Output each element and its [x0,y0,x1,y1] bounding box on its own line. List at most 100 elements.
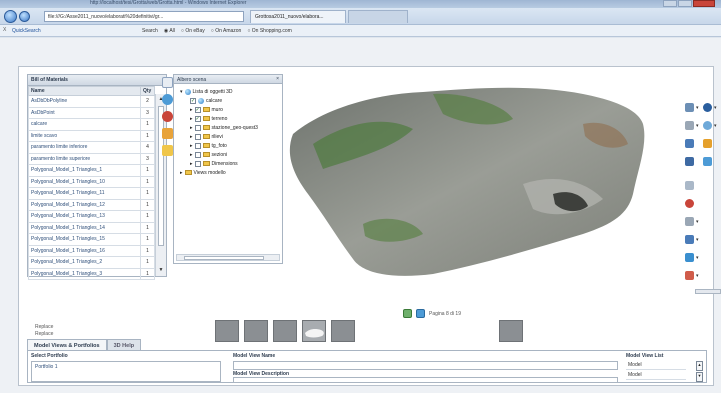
tree-item-terreno[interactable]: ▸ ✓ terreno [180,114,282,123]
cross-section-icon[interactable] [685,157,694,166]
scroll-down-icon[interactable]: ▼ [158,267,164,274]
bom-row[interactable]: AsDbDbPolyline 2 [28,95,155,108]
tree-item-muro[interactable]: ▸ ✓ muro [180,105,282,114]
bom-row[interactable]: Polygonal_Model_1 Triangles_1 1 [28,164,155,177]
model-view-name-field[interactable] [233,361,618,370]
search-label[interactable]: Search [142,28,158,34]
tree-item-sezioni[interactable]: ▸ sezioni [180,150,282,159]
tab-inactive[interactable] [348,10,408,23]
model-view-list[interactable]: Model Model [626,360,686,380]
checkbox[interactable]: ✓ [190,97,196,104]
checkbox[interactable] [194,124,201,131]
bom-row[interactable]: paramento limite superiore 3 [28,152,155,165]
measure-icon[interactable] [685,139,694,148]
bom-row[interactable]: Polygonal_Model_1 Triangles_3 1 [28,267,155,280]
rotate-icon[interactable] [685,103,694,112]
chevron-down-icon[interactable]: ▾ [714,123,717,129]
previous-page-icon[interactable] [403,309,412,318]
tree-views[interactable]: ▸ Views modello [180,168,282,177]
toolbar-scroll[interactable] [695,289,721,294]
search-option-all[interactable]: ◉ All [164,28,175,34]
view-thumbnail[interactable] [302,320,326,342]
tree-hscrollbar[interactable] [176,254,280,261]
layers-icon[interactable] [162,128,173,139]
bom-row[interactable]: limite scavo 1 [28,129,155,142]
zoom-icon[interactable] [685,217,694,226]
toolbar-close-icon[interactable]: X [3,27,6,33]
chevron-down-icon[interactable]: ▾ [714,105,717,111]
search-option-amazon[interactable]: ○ On Amazon [211,28,242,34]
bom-row[interactable]: Polygonal_Model_1 Triangles_10 1 [28,175,155,188]
3d-model-render[interactable] [283,74,703,299]
portfolio-list[interactable]: Portfolio 1 [31,361,221,382]
bom-col-name[interactable]: Name [28,86,141,96]
list-scroll-down-icon[interactable]: ▼ [696,372,703,382]
view-thumbnail[interactable] [331,320,355,342]
checkbox[interactable]: ✓ [194,115,201,122]
comments-icon[interactable] [162,145,173,156]
list-scroll-up-icon[interactable]: ▲ [696,361,703,371]
bom-row[interactable]: Polygonal_Model_1 Triangles_2 1 [28,256,155,269]
chevron-down-icon[interactable]: ▾ [696,255,699,261]
lighting-icon[interactable] [703,121,712,130]
minimize-button[interactable] [663,0,677,7]
views-icon[interactable] [162,111,173,122]
view-thumbnail[interactable] [215,320,239,342]
properties-icon[interactable] [685,181,694,190]
checkbox[interactable] [194,151,201,158]
model-view-item[interactable]: Model [626,370,686,380]
view-thumbnail[interactable] [499,320,523,342]
view-thumbnail[interactable] [244,320,268,342]
tree-item-dimensions[interactable]: ▸ Dimensions [180,159,282,168]
tree-item-calcare[interactable]: ✓ calcare [180,96,282,105]
chevron-down-icon[interactable]: ▾ [696,237,699,243]
pan-icon[interactable] [685,253,694,262]
chevron-down-icon[interactable]: ▾ [696,105,699,111]
bom-row[interactable]: Polygonal_Model_1 Triangles_16 1 [28,244,155,257]
chevron-down-icon[interactable]: ▾ [696,123,699,129]
tree-item-rilievi[interactable]: ▸ rilievi [180,132,282,141]
quicksearch-dropdown[interactable]: QuickSearch [12,28,41,34]
scroll-thumb[interactable] [184,256,264,260]
bom-row[interactable]: AsDbPoint 3 [28,106,155,119]
back-arrow-icon[interactable] [4,10,17,23]
bom-row[interactable]: paramento limite inferiore 4 [28,141,155,154]
next-page-icon[interactable] [416,309,425,318]
chevron-down-icon[interactable]: ▾ [696,219,699,225]
tree-root[interactable]: ▾ Lista di oggetti 3D [180,87,282,96]
export-icon[interactable] [685,235,694,244]
maximize-button[interactable] [678,0,692,7]
comment-icon[interactable] [703,157,712,166]
bom-row[interactable]: Polygonal_Model_1 Triangles_13 1 [28,210,155,223]
chevron-down-icon[interactable]: ▾ [696,273,699,279]
snapshot-icon[interactable] [685,271,694,280]
checkbox[interactable] [194,133,201,140]
search-option-shopping[interactable]: ○ On Shopping.com [247,28,291,34]
bom-row[interactable]: calcare 1 [28,118,155,131]
model-view-description-field[interactable] [233,377,618,383]
bom-row[interactable]: Polygonal_Model_1 Triangles_15 1 [28,233,155,246]
checkbox[interactable]: ✓ [194,106,201,113]
model-view-item[interactable]: Model [626,360,686,370]
animation-icon[interactable] [685,199,694,208]
close-window-button[interactable] [693,0,715,7]
tree-item-tg-foto[interactable]: ▸ tg_foto [180,141,282,150]
checkbox[interactable] [194,142,201,149]
forward-arrow-icon[interactable] [19,11,30,22]
view-thumbnail[interactable] [273,320,297,342]
bom-row[interactable]: Polygonal_Model_1 Triangles_11 1 [28,187,155,200]
bom-row[interactable]: Polygonal_Model_1 Triangles_12 1 [28,198,155,211]
color-icon[interactable] [703,139,712,148]
close-icon[interactable]: × [276,76,279,82]
materials-icon[interactable] [162,94,173,105]
render-mode-icon[interactable] [703,103,712,112]
tree-item-stazione[interactable]: ▸ stazione_geo-quest3 [180,123,282,132]
url-field[interactable]: file:///G:/Asse2011_nuovo/elaborati%20de… [44,11,244,22]
checkbox[interactable] [194,160,201,167]
3d-viewport[interactable] [283,74,703,299]
bom-col-qty[interactable]: Qty [140,86,155,96]
bom-row[interactable]: Polygonal_Model_1 Triangles_14 1 [28,221,155,234]
search-option-ebay[interactable]: ○ On eBay [181,28,205,34]
view-icon[interactable] [685,121,694,130]
tab-active[interactable]: Grottosa2011_nuovo/elabora... [250,10,346,23]
